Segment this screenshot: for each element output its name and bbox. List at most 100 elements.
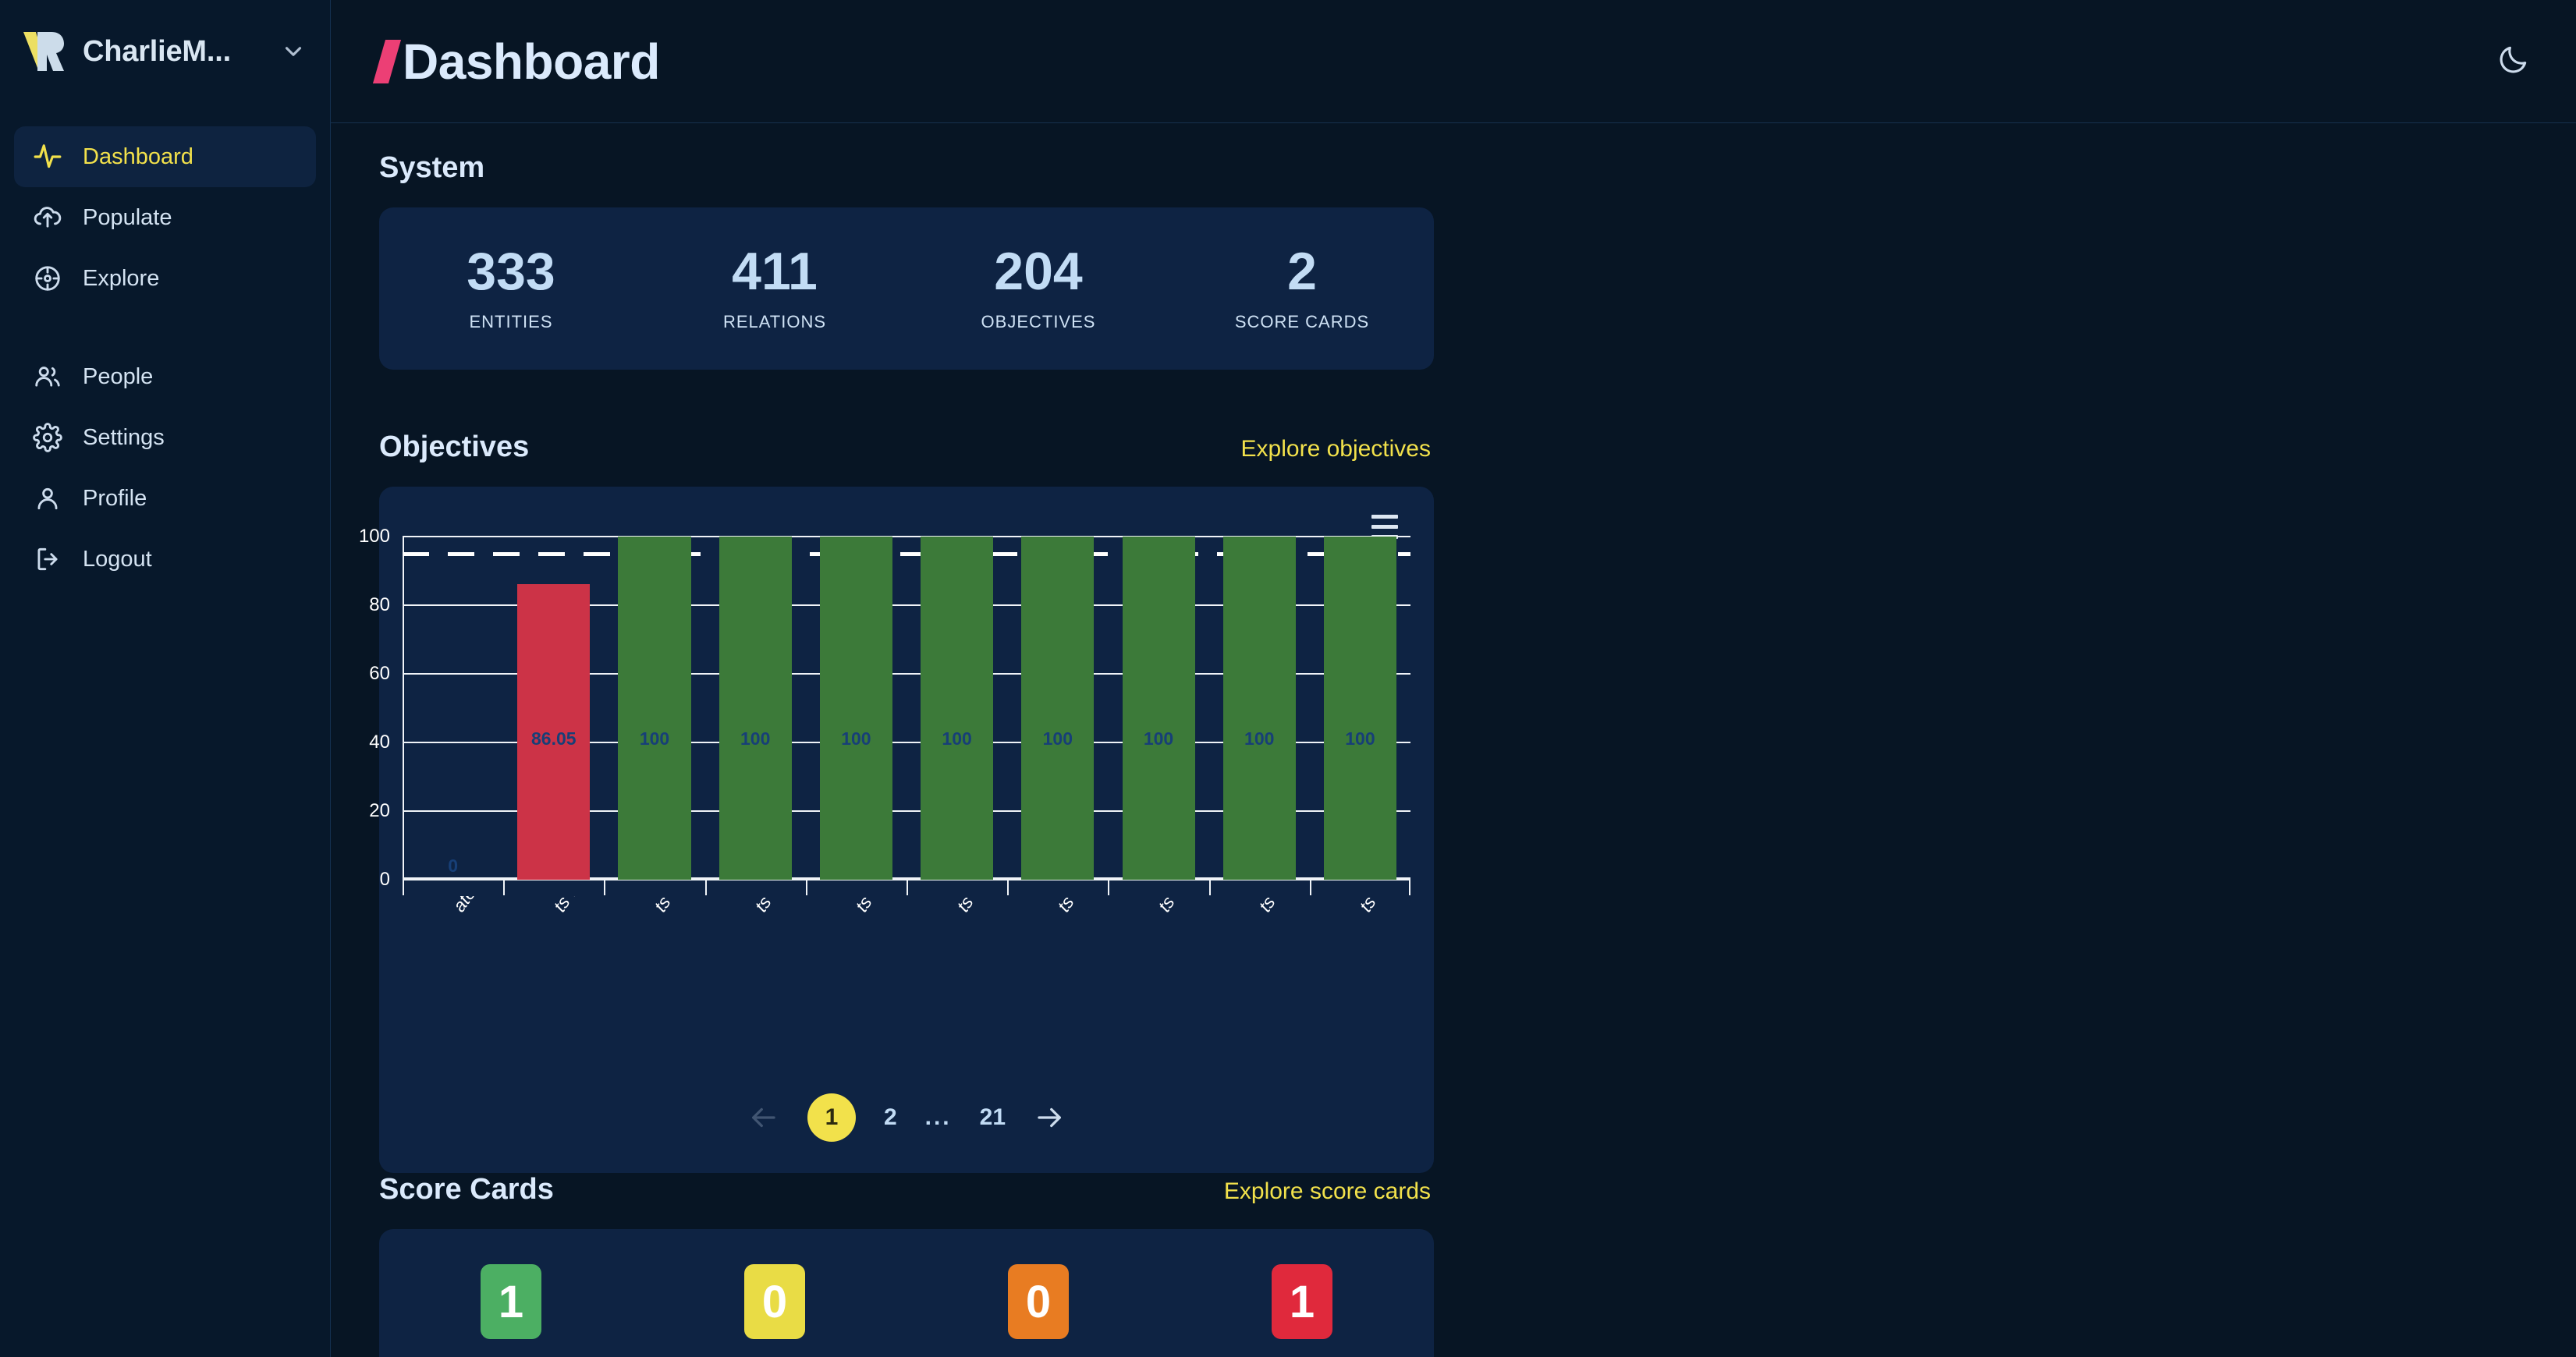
bar-cell[interactable]: 86.05 (503, 537, 604, 880)
sidebar-item-label: Explore (83, 265, 160, 291)
sidebar-item-label: Profile (83, 485, 147, 511)
moon-icon (2496, 42, 2531, 80)
grade-card-d[interactable]: 1 GRADE D (1170, 1264, 1434, 1357)
pagination-page-2[interactable]: 2 (884, 1104, 897, 1131)
sidebar-item-label: Dashboard (83, 143, 193, 169)
bar[interactable] (719, 537, 792, 880)
sidebar-item-dashboard[interactable]: Dashboard (14, 126, 316, 187)
bar-cell[interactable]: 100 (907, 537, 1007, 880)
logout-icon (33, 544, 62, 574)
stat-entities: 333 ENTITIES (379, 245, 643, 332)
explore-score-cards-link[interactable]: Explore score cards (1224, 1178, 1431, 1205)
right-column: Score Cards Explore score cards 1 GRADE … (379, 1173, 1434, 1357)
sidebar: CharlieM... Dashboard Populate Explore P… (0, 0, 331, 1357)
bar-value-label: 100 (942, 728, 972, 749)
sidebar-item-logout[interactable]: Logout (14, 529, 316, 590)
sidebar-item-explore[interactable]: Explore (14, 248, 316, 309)
x-axis-label: ...ts closed in less than 1 days (1108, 896, 1299, 1075)
chevron-down-icon[interactable] (280, 38, 307, 65)
bar[interactable] (819, 537, 892, 880)
activity-pulse-icon (33, 142, 62, 172)
bar-cell[interactable]: 0 (403, 537, 503, 880)
pagination-page-21[interactable]: 21 (980, 1104, 1006, 1131)
left-column: System 333 ENTITIES 411 RELATIONS 204 OB… (359, 151, 1434, 1173)
grade-tile: 1 (1272, 1264, 1332, 1339)
title-accent-slash-icon (372, 39, 402, 83)
stat-relations: 411 RELATIONS (643, 245, 907, 332)
sidebar-item-label: Settings (83, 424, 165, 450)
x-axis-labels: ...atency below 300ms...ts with latency … (403, 896, 1410, 1075)
bar-cell[interactable]: 100 (1310, 537, 1410, 880)
bar-series: 0 86.05 100 100 100 100 100 100 100 100 (403, 537, 1410, 880)
x-axis-label-clip: ...atency below 300ms...ts with latency … (403, 896, 1410, 1079)
theme-toggle-button[interactable] (2492, 40, 2535, 83)
objectives-section-header: Objectives Explore objectives (379, 430, 1434, 487)
bar-value-label: 100 (639, 728, 670, 749)
bar-value-label: 0 (448, 856, 458, 876)
stat-value: 333 (467, 242, 555, 301)
bar-cell[interactable]: 100 (604, 537, 704, 880)
bar[interactable] (1222, 537, 1296, 880)
pagination-next-button[interactable] (1034, 1101, 1066, 1134)
pagination-ellipsis: ... (924, 1104, 952, 1130)
x-tick (604, 880, 704, 897)
bar-cell[interactable]: 100 (1209, 537, 1310, 880)
x-axis-label: ...ts closed in less than 1 days (1209, 896, 1400, 1075)
sidebar-divider-gap (0, 309, 330, 346)
pagination-prev-button[interactable] (747, 1101, 779, 1134)
top-bar: Dashboard (331, 0, 2576, 123)
score-cards-title: Score Cards (379, 1173, 554, 1206)
users-icon (33, 362, 62, 392)
stat-objectives: 204 OBJECTIVES (907, 245, 1170, 332)
y-axis-tick-label: 100 (358, 526, 390, 547)
stat-value: 2 (1287, 242, 1317, 301)
grade-card-a[interactable]: 1 GRADE A (379, 1264, 643, 1357)
system-section-header: System (379, 151, 1434, 207)
y-axis-tick-label: 40 (369, 732, 390, 753)
stat-score-cards: 2 SCORE CARDS (1170, 245, 1434, 332)
grade-card-c[interactable]: 0 GRADE C (907, 1264, 1170, 1357)
row-gap (379, 370, 1434, 430)
grade-card-b[interactable]: 0 GRADE B (643, 1264, 907, 1357)
sidebar-item-populate[interactable]: Populate (14, 187, 316, 248)
sidebar-item-label: Populate (83, 204, 172, 230)
stat-value: 204 (994, 242, 1083, 301)
x-tick (704, 880, 806, 897)
x-axis-label: ...ts closed in less than 7 days (1007, 896, 1198, 1075)
bar[interactable] (1122, 537, 1195, 880)
y-axis-tick-label: 60 (369, 663, 390, 684)
bar[interactable] (1021, 537, 1095, 880)
x-axis-label: ...ts closed in less than 7 days (705, 896, 896, 1075)
bar-cell[interactable]: 100 (705, 537, 806, 880)
bar-cell[interactable]: 100 (806, 537, 907, 880)
bar[interactable] (1323, 537, 1396, 880)
target-crosshair-icon (33, 264, 62, 293)
x-axis-label: ...ts with latency below 300ms (503, 896, 694, 1075)
system-title: System (379, 151, 485, 184)
bar-cell[interactable]: 100 (1007, 537, 1108, 880)
x-tick (403, 880, 503, 897)
pagination-page-1[interactable]: 1 (807, 1093, 856, 1142)
brand-workspace-switcher[interactable]: CharlieM... (0, 14, 330, 89)
y-axis-tick-label: 80 (369, 594, 390, 615)
x-tick (907, 880, 1007, 897)
page-title: Dashboard (372, 33, 660, 90)
bar-cell[interactable]: 100 (1108, 537, 1208, 880)
bar-value-label: 100 (1143, 728, 1174, 749)
vr-logo-icon (20, 29, 69, 74)
bar[interactable] (618, 537, 691, 880)
x-axis-label-text: ...ts closed in less than 1 days (1355, 896, 1410, 916)
bar-value-label: 86.05 (531, 728, 577, 749)
sidebar-item-settings[interactable]: Settings (14, 407, 316, 468)
stat-label: RELATIONS (722, 312, 827, 331)
y-axis-tick-label: 0 (379, 869, 390, 890)
sidebar-item-profile[interactable]: Profile (14, 468, 316, 529)
x-tick (1208, 880, 1310, 897)
x-axis-ticks (403, 880, 1411, 897)
bar[interactable] (921, 537, 994, 880)
x-axis-label: ...ts closed in less than 1 days (1310, 896, 1410, 1075)
sidebar-item-people[interactable]: People (14, 346, 316, 407)
explore-objectives-link[interactable]: Explore objectives (1241, 436, 1431, 462)
grade-tile: 0 (744, 1264, 805, 1339)
score-cards-section-header: Score Cards Explore score cards (379, 1173, 1434, 1229)
